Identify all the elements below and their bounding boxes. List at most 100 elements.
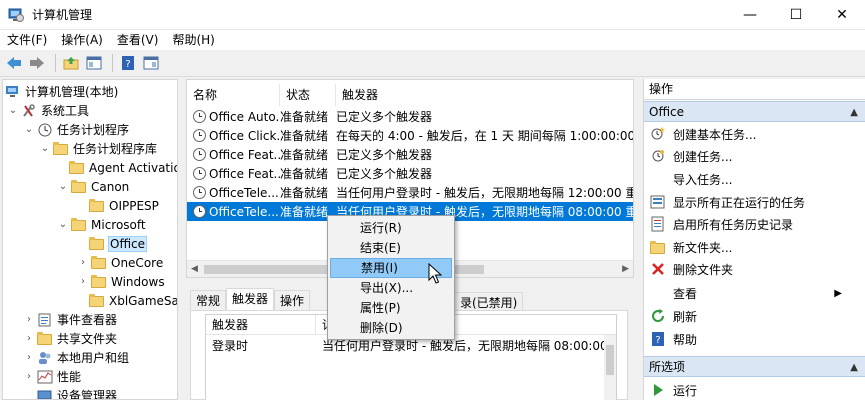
menu-action[interactable]: 操作(A) [54, 30, 110, 50]
collapse-up-icon[interactable]: ▲ [850, 102, 858, 123]
tree-item[interactable]: ⌄ 任务计划程序库 [39, 139, 157, 158]
table-row[interactable]: OfficeTele... 准备就绪 当任何用户登录时 - 触发后，无限期地每隔… [187, 183, 633, 202]
vertical-scrollbar[interactable] [604, 335, 616, 400]
tree-item[interactable]: › 事件查看器 [23, 310, 117, 329]
section-label: 所选项 [649, 360, 686, 374]
help-button[interactable]: ? [118, 53, 138, 73]
task-clock-icon [193, 129, 206, 142]
tree-item-office[interactable]: Office [89, 234, 148, 253]
action-refresh[interactable]: 刷新 [644, 305, 865, 327]
scrollbar-thumb[interactable] [606, 345, 614, 375]
action-delete-folder[interactable]: 删除文件夹 [644, 258, 865, 280]
tree-item[interactable]: 设备管理器 [37, 386, 117, 399]
context-run[interactable]: 运行(R) [330, 218, 452, 238]
context-end[interactable]: 结束(E) [330, 238, 452, 258]
expand-arrow-icon[interactable]: › [23, 314, 35, 325]
action-new-folder[interactable]: 新文件夹... [644, 236, 865, 258]
tree-item-label: Agent Activatio [89, 160, 178, 175]
action-label: 创建任务... [673, 149, 733, 164]
computer-management-icon [8, 7, 24, 23]
column-header-trigger[interactable]: 触发器 [206, 315, 316, 334]
folder-icon [89, 236, 105, 251]
expand-arrow-icon[interactable]: › [23, 352, 35, 363]
show-hide-tree-button[interactable] [84, 53, 104, 73]
maximize-button[interactable]: ☐ [773, 0, 819, 30]
table-row[interactable]: Office Feat... 准备就绪 已定义多个触发器 [187, 145, 633, 164]
back-button[interactable] [4, 53, 24, 73]
context-delete[interactable]: 删除(D) [330, 318, 452, 338]
table-row[interactable]: Office Click... 准备就绪 在每天的 4:00 - 触发后，在 1… [187, 126, 633, 145]
context-properties[interactable]: 属性(P) [330, 298, 452, 318]
tree-item[interactable]: ⌄ Canon [57, 177, 129, 196]
trigger-type: 登录时 [212, 339, 249, 353]
svg-text:?: ? [655, 335, 660, 346]
forward-button[interactable] [27, 53, 47, 73]
actions-section-selected[interactable]: 所选项 ▲ [644, 356, 865, 377]
tree-item[interactable]: ⌄ 系统工具 [7, 101, 89, 120]
window-title: 计算机管理 [32, 8, 93, 22]
expand-arrow-icon[interactable]: ⌄ [57, 181, 69, 192]
collapse-up-icon[interactable]: ▲ [850, 357, 858, 378]
action-create-basic-task[interactable]: 创建基本任务... [644, 123, 865, 145]
folder-icon [69, 160, 85, 175]
tree-item[interactable]: XblGameSa [89, 291, 177, 310]
menu-help[interactable]: 帮助(H) [165, 30, 221, 50]
tree-item[interactable]: › 性能 [23, 367, 81, 386]
up-folder-button[interactable] [61, 53, 81, 73]
action-run[interactable]: 运行 [644, 379, 865, 400]
menu-file[interactable]: 文件(F) [0, 30, 54, 50]
column-header-name[interactable]: 名称 [187, 84, 280, 106]
action-show-running-tasks[interactable]: 显示所有正在运行的任务 [644, 191, 865, 213]
tree-item[interactable]: 计算机管理(本地) [5, 82, 118, 101]
show-action-pane-button[interactable] [141, 53, 161, 73]
tab-actions[interactable]: 操作 [274, 290, 311, 310]
expand-arrow-icon[interactable]: › [23, 333, 35, 344]
up-folder-icon [63, 57, 79, 70]
tab-triggers[interactable]: 触发器 [226, 288, 275, 310]
tab-general[interactable]: 常规 [190, 290, 227, 310]
folder-icon [71, 217, 87, 232]
tree-item[interactable]: ⌄ 任务计划程序 [23, 120, 129, 139]
action-help[interactable]: ? 帮助 [644, 328, 865, 350]
folder-icon [91, 255, 107, 270]
scroll-left-icon[interactable]: ◀ [191, 264, 198, 274]
expand-arrow-icon[interactable]: ⌄ [57, 219, 69, 230]
actions-section-office[interactable]: Office ▲ [644, 101, 865, 122]
tree-item[interactable]: › 共享文件夹 [23, 329, 117, 348]
action-import-task[interactable]: 导入任务... [644, 168, 865, 190]
tree-item[interactable]: › OneCore [77, 253, 163, 272]
column-header-trigger[interactable]: 触发器 [336, 84, 633, 106]
close-button[interactable]: ✕ [819, 0, 865, 30]
expand-arrow-icon[interactable]: › [77, 257, 89, 268]
action-create-task[interactable]: 创建任务... [644, 145, 865, 167]
expand-arrow-icon[interactable]: ⌄ [39, 143, 51, 154]
menu-view[interactable]: 查看(V) [110, 30, 166, 50]
table-row[interactable]: Office Feat... 准备就绪 已定义多个触发器 [187, 164, 633, 183]
expand-arrow-icon[interactable]: › [77, 276, 89, 287]
refresh-icon [650, 308, 666, 324]
tree-item-label: 计算机管理(本地) [25, 85, 119, 99]
task-trigger: 已定义多个触发器 [336, 167, 433, 181]
tree-item[interactable]: › Windows [77, 272, 165, 291]
tree-item[interactable]: Agent Activatio [69, 158, 178, 177]
tree-item[interactable]: › 本地用户和组 [23, 348, 129, 367]
column-header-status[interactable]: 状态 [280, 84, 336, 106]
table-row[interactable]: Office Auto... 准备就绪 已定义多个触发器 [187, 107, 633, 126]
submenu-arrow-icon: ▶ [834, 287, 842, 299]
tree-item[interactable]: ⌄ Microsoft [57, 215, 146, 234]
task-name: OfficeTele... [209, 204, 279, 219]
toolbar-separator [55, 54, 56, 72]
tab-history[interactable]: 录(已禁用) [454, 292, 524, 312]
expand-arrow-icon[interactable]: ⌄ [23, 124, 35, 135]
tree-item-label: 共享文件夹 [57, 332, 118, 346]
actions-title: 操作 [644, 79, 865, 100]
action-enable-history[interactable]: 启用所有任务历史记录 [644, 213, 865, 235]
expand-arrow-icon[interactable]: ⌄ [7, 105, 19, 116]
scroll-right-icon[interactable]: ▶ [622, 264, 629, 274]
tree-item[interactable]: OIPPESP [89, 196, 159, 215]
minimize-button[interactable]: — [727, 0, 773, 30]
task-status: 准备就绪 [280, 110, 329, 124]
action-view[interactable]: 查看 ▶ [644, 282, 865, 304]
expand-arrow-icon[interactable]: › [23, 371, 35, 382]
action-label: 查看 [673, 286, 698, 301]
